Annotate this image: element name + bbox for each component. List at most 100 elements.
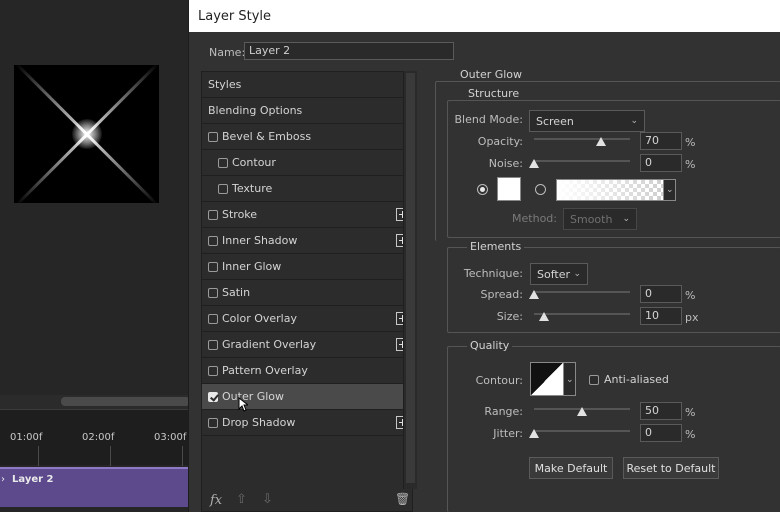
style-item-gradient-overlay[interactable]: Gradient Overlay bbox=[202, 332, 413, 358]
style-item-inner-glow[interactable]: Inner Glow bbox=[202, 254, 413, 280]
noise-input[interactable]: 0 bbox=[640, 154, 682, 172]
size-slider[interactable] bbox=[534, 309, 630, 321]
slider-knob[interactable] bbox=[538, 312, 549, 321]
timeline-layer-bar[interactable]: › Layer 2 bbox=[0, 467, 190, 507]
style-item-label: Color Overlay bbox=[222, 312, 297, 325]
trash-icon[interactable]: 🗑 bbox=[395, 492, 410, 506]
inner-shadow-checkbox[interactable] bbox=[208, 236, 218, 246]
blending-options-item[interactable]: Blending Options bbox=[202, 98, 413, 124]
technique-label: Technique: bbox=[463, 267, 523, 280]
drop-shadow-checkbox[interactable] bbox=[208, 418, 218, 428]
style-item-label: Outer Glow bbox=[222, 390, 285, 403]
move-up-icon[interactable]: ⇧ bbox=[236, 492, 247, 507]
satin-checkbox[interactable] bbox=[208, 288, 218, 298]
reset-to-default-button[interactable]: Reset to Default bbox=[623, 457, 719, 479]
scrollbar-thumb[interactable] bbox=[406, 73, 415, 483]
opacity-slider[interactable] bbox=[534, 134, 630, 146]
style-item-pattern-overlay[interactable]: Pattern Overlay bbox=[202, 358, 413, 384]
method-label: Method: bbox=[512, 212, 557, 225]
inner-glow-checkbox[interactable] bbox=[208, 262, 218, 272]
slider-track bbox=[534, 138, 630, 140]
style-item-stroke[interactable]: Stroke bbox=[202, 202, 413, 228]
color-overlay-checkbox[interactable] bbox=[208, 314, 218, 324]
styles-list-scrollbar[interactable] bbox=[403, 71, 417, 489]
glow-gradient-picker[interactable] bbox=[556, 179, 664, 201]
anti-aliased-checkbox[interactable] bbox=[589, 375, 599, 385]
style-item-outer-glow[interactable]: Outer Glow bbox=[202, 384, 413, 412]
gradient-overlay-checkbox[interactable] bbox=[208, 340, 218, 350]
timeline-tick-line bbox=[38, 446, 39, 466]
style-item-satin[interactable]: Satin bbox=[202, 280, 413, 306]
slider-knob[interactable] bbox=[577, 407, 587, 416]
style-item-label: Bevel & Emboss bbox=[222, 130, 312, 143]
outer-glow-checkbox[interactable] bbox=[208, 392, 218, 402]
slider-knob[interactable] bbox=[529, 159, 539, 168]
style-item-drop-shadow[interactable]: Drop Shadow bbox=[202, 410, 413, 436]
solid-color-radio[interactable] bbox=[477, 184, 488, 195]
style-item-label: Texture bbox=[232, 182, 273, 195]
light-glow-center bbox=[71, 119, 102, 149]
glow-color-swatch[interactable] bbox=[497, 177, 521, 201]
blend-mode-label: Blend Mode: bbox=[454, 113, 524, 126]
blend-mode-select[interactable]: Screen ⌄ bbox=[529, 110, 645, 132]
spread-unit: % bbox=[685, 289, 696, 302]
anti-aliased-label: Anti-aliased bbox=[604, 373, 669, 386]
noise-unit: % bbox=[685, 158, 696, 171]
chevron-down-icon[interactable]: ⌄ bbox=[664, 179, 676, 201]
method-value: Smooth bbox=[570, 213, 613, 226]
slider-knob[interactable] bbox=[596, 137, 607, 146]
range-input[interactable]: 50 bbox=[640, 402, 682, 420]
style-item-label: Blending Options bbox=[208, 104, 303, 117]
dialog-title: Layer Style bbox=[189, 0, 780, 32]
canvas-preview-image bbox=[14, 65, 159, 203]
style-item-label: Styles bbox=[208, 78, 242, 91]
blend-mode-value: Screen bbox=[536, 115, 574, 128]
timeline-tick-line bbox=[182, 446, 183, 466]
timeline-ruler[interactable]: 01:00f 02:00f 03:00f bbox=[0, 409, 190, 466]
slider-knob[interactable] bbox=[529, 429, 539, 438]
texture-checkbox[interactable] bbox=[218, 184, 228, 194]
range-slider[interactable] bbox=[534, 404, 630, 416]
contour-preview[interactable] bbox=[530, 362, 564, 396]
stroke-checkbox[interactable] bbox=[208, 210, 218, 220]
make-default-button[interactable]: Make Default bbox=[529, 457, 613, 479]
timeline-layer-name: Layer 2 bbox=[12, 474, 54, 485]
slider-track bbox=[534, 160, 630, 162]
style-item-color-overlay[interactable]: Color Overlay bbox=[202, 306, 413, 332]
pattern-overlay-checkbox[interactable] bbox=[208, 366, 218, 376]
gradient-radio[interactable] bbox=[535, 184, 546, 195]
opacity-input[interactable]: 70 bbox=[640, 132, 682, 150]
opacity-label: Opacity: bbox=[477, 135, 523, 148]
style-item-texture[interactable]: Texture bbox=[202, 176, 413, 202]
slider-knob[interactable] bbox=[529, 290, 539, 299]
bevel-emboss-checkbox[interactable] bbox=[208, 132, 218, 142]
name-label: Name: bbox=[209, 46, 246, 59]
name-field[interactable]: Layer 2 bbox=[244, 42, 454, 60]
move-down-icon[interactable]: ⇩ bbox=[262, 492, 273, 507]
style-item-bevel-emboss[interactable]: Bevel & Emboss bbox=[202, 124, 413, 150]
style-item-inner-shadow[interactable]: Inner Shadow bbox=[202, 228, 413, 254]
styles-list: Styles Blending Options Bevel & Emboss C… bbox=[201, 71, 413, 512]
timeline-tick-line bbox=[110, 446, 111, 466]
styles-header-item[interactable]: Styles bbox=[202, 72, 413, 98]
method-select[interactable]: Smooth ⌄ bbox=[563, 208, 637, 230]
slider-track bbox=[534, 291, 630, 293]
style-item-label: Inner Shadow bbox=[222, 234, 298, 247]
technique-select[interactable]: Softer ⌄ bbox=[530, 263, 588, 285]
spread-input[interactable]: 0 bbox=[640, 285, 682, 303]
chevron-down-icon[interactable]: ⌄ bbox=[564, 362, 576, 396]
range-unit: % bbox=[685, 406, 696, 419]
style-item-contour[interactable]: Contour bbox=[202, 150, 413, 176]
fx-icon[interactable]: fx bbox=[210, 493, 222, 508]
chevron-down-icon: ⌄ bbox=[630, 116, 638, 126]
spread-slider[interactable] bbox=[529, 287, 630, 299]
canvas-area: 01:00f 02:00f 03:00f › Layer 2 bbox=[0, 0, 190, 512]
chevron-right-icon[interactable]: › bbox=[1, 474, 5, 485]
contour-checkbox[interactable] bbox=[218, 158, 228, 168]
noise-slider[interactable] bbox=[529, 156, 630, 168]
jitter-input[interactable]: 0 bbox=[640, 424, 682, 442]
size-input[interactable]: 10 bbox=[640, 307, 682, 325]
horizontal-scrollbar[interactable] bbox=[0, 395, 190, 409]
scrollbar-thumb[interactable] bbox=[61, 397, 190, 406]
jitter-slider[interactable] bbox=[529, 426, 630, 438]
